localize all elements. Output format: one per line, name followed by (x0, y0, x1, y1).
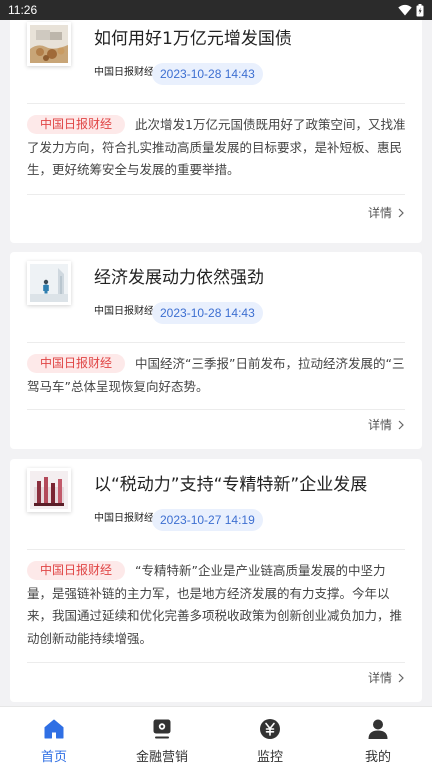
divider (27, 409, 405, 410)
article-title[interactable]: 如何用好1万亿元增发国债 (94, 27, 292, 51)
divider (27, 549, 405, 550)
chevron-right-icon (398, 420, 404, 430)
user-icon (368, 719, 388, 739)
article-source: 中国日报财经 (94, 306, 154, 317)
article-title[interactable]: 经济发展动力依然强劲 (94, 266, 264, 290)
detail-label: 详情 (367, 418, 392, 432)
status-bar: 11:26 (0, 0, 432, 20)
tab-label: 监控 (256, 750, 283, 765)
news-thumbnail (27, 468, 71, 512)
article-datetime: 2023-10-28 14:43 (152, 302, 263, 324)
divider (27, 342, 405, 343)
article-summary: 中国日报财经 此次增发1万亿元国债既用好了政策空间，又找准了发力方向，符合扎实推动… (27, 114, 410, 182)
tab-monitor[interactable]: 监控 (216, 707, 324, 768)
tab-profile[interactable]: 我的 (324, 707, 432, 768)
marketing-icon (153, 719, 171, 739)
divider (27, 103, 405, 104)
article-summary: 中国日报财经 中国经济“三季报”日前发布，拉动经济发展的“三驾马车”总体呈现恢复向… (27, 353, 410, 398)
tab-label: 金融营销 (135, 750, 188, 765)
divider (27, 194, 405, 195)
article-title[interactable]: 以“税动力”支持“专精特新”企业发展 (94, 473, 367, 497)
tab-label: 我的 (364, 750, 391, 765)
detail-link[interactable]: 详情 (368, 670, 404, 686)
bonds-photo-thumbnail (30, 25, 68, 63)
divider (27, 662, 405, 663)
source-tag: 中国日报财经 (27, 561, 126, 580)
growth-photo-thumbnail (30, 264, 68, 302)
news-card[interactable]: 以“税动力”支持“专精特新”企业发展 中国日报财经 2023-10-27 14:… (10, 459, 422, 702)
wifi-icon (398, 4, 412, 16)
tab-home[interactable]: 首页 (0, 707, 108, 768)
news-card[interactable]: 经济发展动力依然强劲 中国日报财经 2023-10-28 14:43 中国日报财… (10, 252, 422, 449)
detail-link[interactable]: 详情 (368, 417, 404, 433)
chevron-right-icon (398, 673, 404, 683)
yuan-icon (260, 719, 280, 739)
news-card[interactable]: 如何用好1万亿元增发国债 中国日报财经 2023-10-28 14:43 中国日… (10, 20, 422, 243)
home-icon (44, 719, 64, 739)
source-tag: 中国日报财经 (27, 354, 126, 373)
tax-photo-thumbnail (30, 471, 68, 509)
detail-label: 详情 (367, 671, 392, 685)
article-source: 中国日报财经 (94, 67, 154, 78)
tab-label: 首页 (40, 750, 67, 765)
status-icons (398, 3, 424, 17)
article-source: 中国日报财经 (94, 513, 154, 524)
status-time: 11:26 (8, 3, 38, 17)
bottom-tab-bar: 首页 金融营销 监控 我的 (0, 706, 432, 768)
news-thumbnail (27, 261, 71, 305)
article-datetime: 2023-10-28 14:43 (152, 63, 263, 85)
news-thumbnail (27, 22, 71, 66)
tab-marketing[interactable]: 金融营销 (108, 707, 216, 768)
source-tag: 中国日报财经 (27, 115, 126, 134)
article-summary: 中国日报财经 “专精特新”企业是产业链高质量发展的中坚力量，是强链补链的主力军，也… (27, 560, 410, 650)
article-datetime: 2023-10-27 14:19 (152, 509, 263, 531)
detail-label: 详情 (367, 206, 392, 220)
battery-icon (416, 3, 424, 16)
chevron-right-icon (398, 208, 404, 218)
detail-link[interactable]: 详情 (368, 205, 404, 221)
news-feed[interactable]: 如何用好1万亿元增发国债 中国日报财经 2023-10-28 14:43 中国日… (0, 20, 432, 706)
